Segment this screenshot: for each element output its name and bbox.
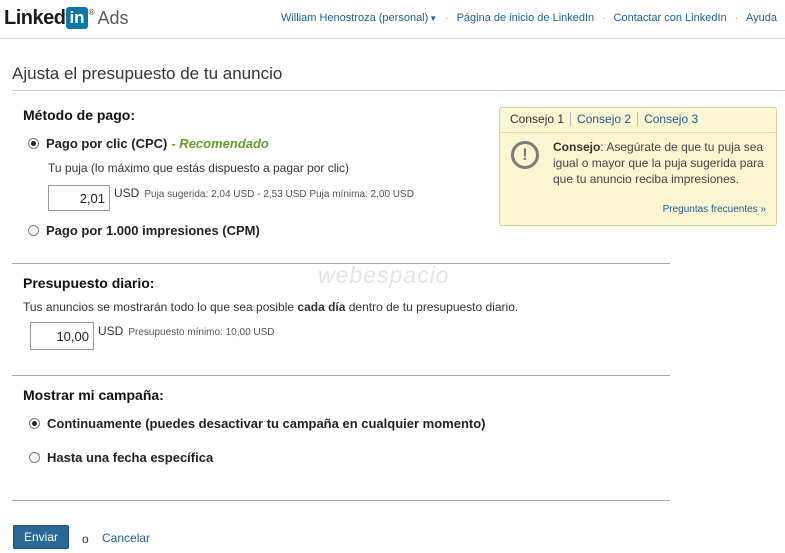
- bid-row: USD Puja sugerida: 2,04 USD - 2,53 USD P…: [48, 185, 414, 211]
- top-header: Linked in ® Ads William Henostroza (pers…: [0, 0, 785, 39]
- cpm-radio[interactable]: [28, 225, 39, 236]
- faq-link[interactable]: Preguntas frecuentes »: [663, 204, 766, 215]
- continuous-option[interactable]: Continuamente (puedes desactivar tu camp…: [29, 416, 485, 431]
- desc-bold: cada día: [297, 300, 346, 314]
- bid-hint: Puja sugerida: 2,04 USD - 2,53 USD Puja …: [144, 188, 414, 200]
- budget-currency: USD: [98, 324, 124, 338]
- cpm-option[interactable]: Pago por 1.000 impresiones (CPM): [28, 223, 260, 238]
- page-title: Ajusta el presupuesto de tu anuncio: [12, 64, 283, 83]
- desc-part-1: Tus anuncios se mostrarán todo lo que se…: [23, 300, 298, 314]
- nav-link-contact[interactable]: Contactar con LinkedIn: [614, 12, 727, 24]
- cpc-radio[interactable]: [28, 138, 39, 149]
- budget-hint: Presupuesto mínimo: 10,00 USD: [128, 326, 275, 338]
- until-date-option[interactable]: Hasta una fecha específica: [29, 450, 213, 465]
- cpc-label: Pago por clic (CPC): [46, 136, 168, 151]
- linkedin-ads-logo[interactable]: Linked in ® Ads: [4, 6, 129, 30]
- tip-heading: Consejo: [553, 140, 601, 154]
- nav-link-linkedin-home[interactable]: Página de inicio de LinkedIn: [457, 12, 595, 24]
- logo-in-badge: in: [66, 7, 88, 29]
- continuous-label: Continuamente (puedes desactivar tu camp…: [47, 416, 486, 431]
- bid-input[interactable]: [48, 185, 110, 211]
- nav-separator: ·: [602, 12, 606, 24]
- cpc-option[interactable]: Pago por clic (CPC) - Recomendado: [28, 136, 269, 151]
- section-divider: [12, 375, 670, 376]
- watermark: webespacio: [318, 262, 450, 288]
- bid-description: Tu puja (lo máximo que estás dispuesto a…: [48, 161, 350, 175]
- desc-part-2: dentro de tu presupuesto diario.: [345, 300, 519, 314]
- user-name: William Henostroza (personal): [280, 12, 429, 24]
- title-divider: [12, 90, 785, 91]
- logo-ads-text: Ads: [97, 7, 129, 28]
- or-text: o: [82, 532, 89, 546]
- section-divider: [12, 500, 670, 501]
- recommended-tag: - Recomendado: [171, 136, 269, 151]
- daily-budget-description: Tus anuncios se mostrarán todo lo que se…: [23, 300, 518, 314]
- cpm-label: Pago por 1.000 impresiones (CPM): [46, 223, 260, 238]
- until-date-label: Hasta una fecha específica: [47, 450, 214, 465]
- nav-link-help[interactable]: Ayuda: [746, 12, 777, 24]
- campaign-schedule-title: Mostrar mi campaña:: [23, 387, 164, 403]
- tip-box: Consejo 1 Consejo 2 Consejo 3 ! Consejo:…: [499, 107, 777, 226]
- cancel-link[interactable]: Cancelar: [102, 531, 150, 545]
- bid-currency: USD: [114, 186, 140, 200]
- tip-text: Consejo: Asegúrate de que tu puja sea ig…: [553, 139, 769, 187]
- payment-method-title: Método de pago:: [23, 107, 135, 123]
- user-menu[interactable]: William Henostroza (personal)▼: [281, 12, 437, 24]
- tab-consejo-1[interactable]: Consejo 1: [510, 112, 570, 126]
- daily-budget-title: Presupuesto diario:: [23, 275, 155, 291]
- budget-input[interactable]: [30, 322, 94, 350]
- nav-separator: ·: [445, 12, 449, 24]
- tab-consejo-3[interactable]: Consejo 3: [637, 112, 704, 126]
- top-nav: William Henostroza (personal)▼ · Página …: [281, 12, 777, 24]
- nav-separator: ·: [734, 12, 738, 24]
- logo-registered-mark: ®: [88, 7, 95, 17]
- chevron-down-icon: ▼: [429, 14, 438, 23]
- tip-tabs: Consejo 1 Consejo 2 Consejo 3: [510, 112, 704, 126]
- logo-linked-text: Linked: [4, 6, 66, 29]
- budget-row: USD Presupuesto mínimo: 10,00 USD: [30, 322, 275, 350]
- until-date-radio[interactable]: [29, 452, 40, 463]
- tab-consejo-2[interactable]: Consejo 2: [570, 112, 637, 126]
- tip-tabs-divider: [500, 132, 776, 133]
- continuous-radio[interactable]: [29, 418, 40, 429]
- exclamation-circle-icon: !: [511, 141, 539, 169]
- submit-button[interactable]: Enviar: [13, 525, 69, 549]
